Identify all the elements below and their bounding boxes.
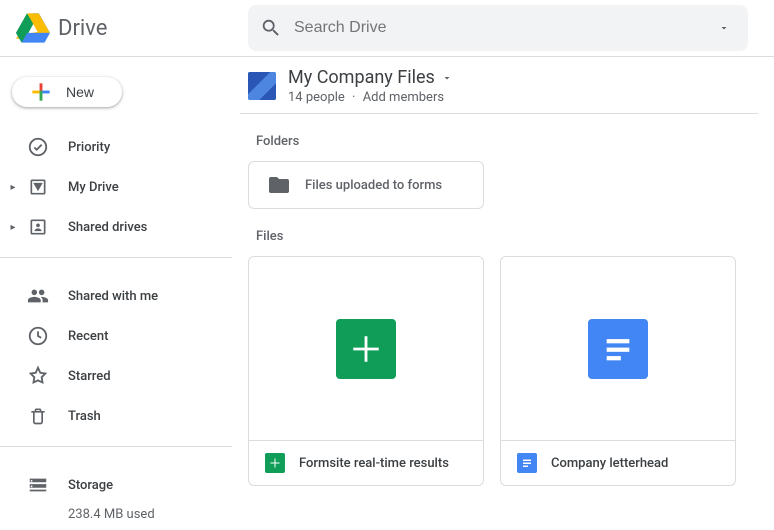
file-item[interactable]: Formsite real-time results: [248, 256, 484, 486]
docs-icon: [517, 453, 537, 473]
nav-recent[interactable]: Recent: [0, 316, 232, 356]
member-count: 14 people: [288, 90, 345, 105]
plus-icon: [28, 79, 54, 105]
folders-section-label: Folders: [256, 134, 758, 149]
star-icon: [26, 364, 50, 388]
shared-drive-thumbnail[interactable]: [248, 72, 276, 100]
file-name: Formsite real-time results: [299, 456, 449, 471]
search-input[interactable]: [294, 19, 712, 37]
nav-trash[interactable]: Trash: [0, 396, 232, 436]
top-bar: Drive: [0, 0, 774, 56]
file-name: Company letterhead: [551, 456, 668, 471]
sidebar: New Priority ▸ My Drive ▸: [0, 57, 240, 530]
folder-name: Files uploaded to forms: [305, 178, 442, 193]
brand[interactable]: Drive: [8, 13, 248, 43]
search-options-dropdown-icon[interactable]: [712, 16, 736, 40]
new-button-label: New: [66, 84, 94, 100]
sheets-icon: [265, 453, 285, 473]
search-icon: [260, 17, 282, 39]
chevron-right-icon[interactable]: ▸: [6, 222, 20, 233]
folder-icon: [267, 173, 291, 197]
brand-title: Drive: [58, 16, 107, 41]
nav-starred[interactable]: Starred: [0, 356, 232, 396]
file-preview: [501, 257, 735, 440]
chevron-right-icon[interactable]: ▸: [6, 182, 20, 193]
shared-drives-icon: [26, 215, 50, 239]
sheets-icon: [336, 319, 396, 379]
chevron-down-icon: [441, 72, 453, 84]
nav-my-drive[interactable]: ▸ My Drive: [0, 167, 232, 207]
recent-icon: [26, 324, 50, 348]
files-section-label: Files: [256, 229, 758, 244]
drive-logo-icon: [16, 13, 50, 43]
add-members-link[interactable]: Add members: [363, 90, 444, 105]
nav-storage[interactable]: Storage: [0, 465, 232, 505]
nav-priority[interactable]: Priority: [0, 127, 232, 167]
nav-shared-with-me[interactable]: Shared with me: [0, 276, 232, 316]
storage-usage: 238.4 MB used: [0, 507, 232, 522]
trash-icon: [26, 404, 50, 428]
shared-with-me-icon: [26, 284, 50, 308]
file-item[interactable]: Company letterhead: [500, 256, 736, 486]
search-box[interactable]: [248, 5, 748, 51]
my-drive-icon: [26, 175, 50, 199]
new-button[interactable]: New: [12, 77, 122, 107]
folder-item[interactable]: Files uploaded to forms: [248, 161, 484, 209]
shared-drive-header: My Company Files 14 people · Add members: [240, 57, 758, 114]
storage-icon: [26, 473, 50, 497]
priority-icon: [26, 135, 50, 159]
main-content: My Company Files 14 people · Add members…: [240, 57, 774, 530]
file-preview: [249, 257, 483, 440]
shared-drive-title-dropdown[interactable]: My Company Files: [288, 67, 453, 88]
shared-drive-title: My Company Files: [288, 67, 435, 88]
docs-icon: [588, 319, 648, 379]
nav-shared-drives[interactable]: ▸ Shared drives: [0, 207, 232, 247]
